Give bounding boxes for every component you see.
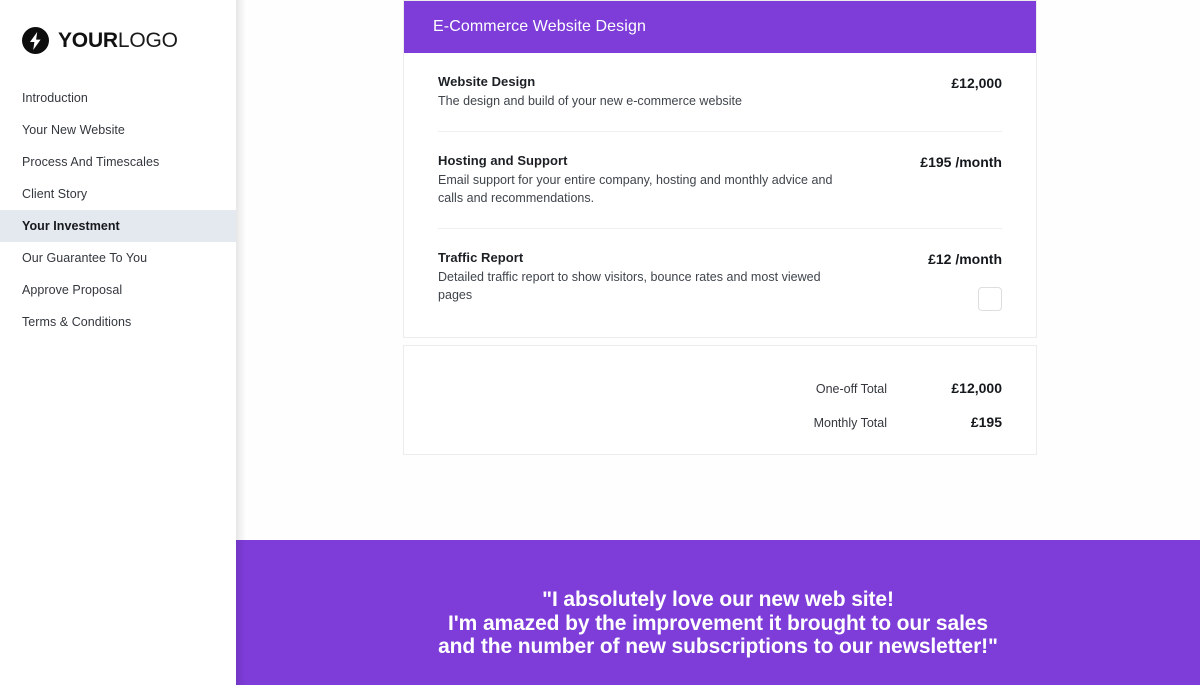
sidebar-item-label: Client Story: [22, 187, 88, 201]
line-item-description: Detailed traffic report to show visitors…: [438, 269, 821, 303]
line-item-price-group: £12 /month: [928, 250, 1002, 311]
pricing-card-header: E-Commerce Website Design: [404, 1, 1036, 53]
line-item: Website Design The design and build of y…: [438, 53, 1002, 132]
sidebar-nav: Introduction Your New Website Process An…: [0, 82, 236, 338]
sidebar-item-label: Approve Proposal: [22, 283, 123, 297]
sidebar-item-label: Introduction: [22, 91, 88, 105]
line-item-optional-checkbox[interactable]: [978, 286, 1002, 311]
line-item: Hosting and Support Email support for yo…: [438, 132, 1002, 229]
sidebar-item-label: Process And Timescales: [22, 155, 160, 169]
line-item-text: Traffic Report Detailed traffic report t…: [438, 250, 838, 305]
logo-text-bold: YOUR: [58, 29, 118, 52]
proposal-page: YOURLOGO Introduction Your New Website P…: [0, 0, 1200, 685]
pricing-card: E-Commerce Website Design Website Design…: [403, 0, 1037, 338]
total-label: Monthly Total: [813, 416, 887, 430]
lightning-bolt-icon: [22, 27, 49, 54]
line-item: Traffic Report Detailed traffic report t…: [438, 229, 1002, 337]
sidebar-item-process-and-timescales[interactable]: Process And Timescales: [0, 146, 236, 178]
sidebar-item-your-investment[interactable]: Your Investment: [0, 210, 236, 242]
sidebar-item-our-guarantee-to-you[interactable]: Our Guarantee To You: [0, 242, 236, 274]
total-label: One-off Total: [815, 382, 887, 396]
line-item-price-group: £12,000: [951, 74, 1002, 91]
line-item-price: £12 /month: [928, 250, 1002, 267]
sidebar-item-terms-and-conditions[interactable]: Terms & Conditions: [0, 306, 236, 338]
testimonial-line: I'm amazed by the improvement it brought…: [448, 611, 988, 635]
line-item-text: Website Design The design and build of y…: [438, 74, 742, 111]
sidebar-item-approve-proposal[interactable]: Approve Proposal: [0, 274, 236, 306]
total-value: £195: [970, 414, 1002, 430]
testimonial-line: "I absolutely love our new web site!: [542, 588, 894, 612]
testimonial-quote: "I absolutely love our new web site! I'm…: [236, 566, 1200, 659]
sidebar-item-your-new-website[interactable]: Your New Website: [0, 114, 236, 146]
logo[interactable]: YOURLOGO: [22, 27, 178, 54]
sidebar-item-client-story[interactable]: Client Story: [0, 178, 236, 210]
sidebar-item-label: Your Investment: [22, 219, 120, 233]
sidebar-item-introduction[interactable]: Introduction: [0, 82, 236, 114]
total-row: Monthly Total £195: [404, 414, 1002, 430]
line-item-price-group: £195 /month: [920, 153, 1002, 170]
sidebar: YOURLOGO Introduction Your New Website P…: [0, 0, 236, 685]
logo-text: YOURLOGO: [58, 30, 178, 51]
testimonial-banner: "I absolutely love our new web site! I'm…: [236, 540, 1200, 685]
sidebar-item-label: Your New Website: [22, 123, 125, 137]
total-row: One-off Total £12,000: [404, 380, 1002, 396]
line-item-title: Traffic Report: [438, 249, 524, 265]
line-item-title: Hosting and Support: [438, 152, 568, 168]
line-item-text: Hosting and Support Email support for yo…: [438, 153, 838, 208]
totals-card: One-off Total £12,000 Monthly Total £195: [403, 345, 1037, 455]
line-item-title: Website Design: [438, 74, 536, 89]
totals-list: One-off Total £12,000 Monthly Total £195: [404, 346, 1036, 430]
line-item-price: £12,000: [951, 75, 1002, 91]
line-item-price: £195 /month: [920, 153, 1002, 170]
line-items-list: Website Design The design and build of y…: [404, 53, 1036, 337]
line-item-description: Email support for your entire company, h…: [438, 172, 833, 206]
pricing-card-title: E-Commerce Website Design: [433, 18, 646, 35]
total-value: £12,000: [951, 380, 1002, 396]
testimonial-line: and the number of new subscriptions to o…: [438, 635, 998, 659]
logo-text-light: LOGO: [117, 29, 178, 52]
line-item-description: The design and build of your new e-comme…: [438, 94, 742, 108]
sidebar-item-label: Our Guarantee To You: [22, 251, 148, 265]
sidebar-item-label: Terms & Conditions: [22, 315, 132, 329]
